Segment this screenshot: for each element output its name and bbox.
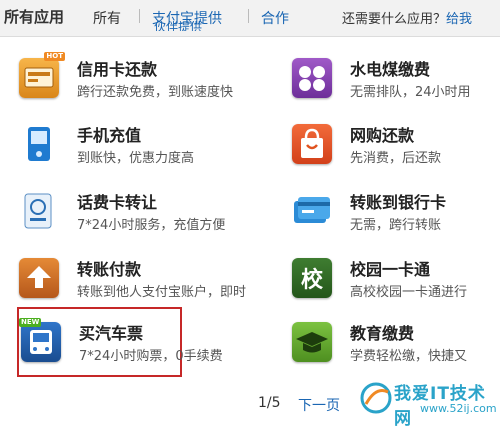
page-title: 所有应用	[4, 8, 65, 26]
app-name: 买汽车票	[79, 324, 144, 343]
request-app-prompt: 还需要什么应用？给我	[342, 8, 472, 27]
app-card-campus-card[interactable]: 校 校园一卡通 高校校园一卡通进行	[292, 258, 500, 316]
app-desc: 学费轻松缴，快捷又	[350, 349, 468, 364]
app-card-mobile-topup[interactable]: 手机充值 到账快，优惠力度高	[19, 124, 279, 182]
app-name: 手机充值	[77, 126, 142, 145]
app-desc: 高校校园一卡通进行	[350, 285, 468, 300]
shopping-bag-icon	[292, 124, 332, 164]
campus-card-icon-glyph: 校	[300, 268, 323, 293]
app-name: 校园一卡通	[350, 260, 431, 279]
tab-divider	[248, 9, 249, 23]
graduation-cap-icon	[292, 322, 332, 362]
app-card-online-shopping[interactable]: 网购还款 先消费，后还款	[292, 124, 500, 182]
page-indicator: 1/5	[258, 395, 281, 411]
tab-all[interactable]: 所有	[93, 8, 121, 28]
request-app-link[interactable]: 给我	[446, 12, 472, 27]
next-page-link[interactable]: 下一页	[298, 395, 340, 415]
top-bar: 所有应用 所有 支付宝提供 合作 伙伴提供 还需要什么应用？给我	[0, 0, 500, 37]
site-watermark: 我爱IT技术网 www.52ij.com	[356, 376, 500, 429]
app-desc: 到账快，优惠力度高	[77, 151, 195, 166]
app-name: 转账付款	[77, 260, 142, 279]
new-badge: NEW	[19, 318, 42, 327]
bus-ticket-icon: NEW	[19, 318, 61, 362]
app-card-education-fee[interactable]: 教育缴费 学费轻松缴，快捷又	[292, 322, 500, 380]
transfer-icon	[19, 258, 59, 298]
tab-partners-subtext: 伙伴提供	[154, 21, 203, 31]
request-app-text: 还需要什么应用？	[342, 12, 447, 27]
app-desc: 转账到他人支付宝账户，即时	[77, 285, 247, 300]
app-desc: 7*24小时购票，0手续费	[79, 349, 223, 364]
app-desc: 无需排队，24小时用	[350, 85, 471, 100]
campus-card-icon: 校	[292, 258, 332, 298]
tab-divider	[139, 9, 140, 23]
app-name: 水电煤缴费	[350, 60, 431, 79]
credit-card-icon: HOT	[19, 52, 65, 98]
app-card-bus-ticket[interactable]: NEW 买汽车票 7*24小时购票，0手续费	[19, 318, 223, 380]
app-desc: 先消费，后还款	[350, 151, 442, 166]
app-desc: 跨行还款免费，到账速度快	[77, 85, 234, 100]
app-card-utilities[interactable]: 水电煤缴费 无需排队，24小时用	[292, 58, 500, 116]
hot-badge: HOT	[44, 52, 65, 61]
tab-partners[interactable]: 合作	[261, 8, 289, 28]
app-name: 转账到银行卡	[350, 193, 447, 212]
bank-card-icon	[292, 191, 332, 231]
app-name: 话费卡转让	[77, 193, 158, 212]
app-card-phone-card-transfer[interactable]: 话费卡转让 7*24小时服务，充值方便	[19, 191, 279, 249]
watermark-logo-icon	[360, 382, 392, 414]
app-desc: 7*24小时服务，充值方便	[77, 218, 226, 233]
mobile-phone-icon	[19, 124, 59, 164]
utility-payment-icon	[292, 58, 332, 98]
app-name: 教育缴费	[350, 324, 415, 343]
app-desc: 无需，跨行转账	[350, 218, 442, 233]
watermark-url: www.52ij.com	[420, 402, 497, 415]
phone-card-icon	[19, 191, 59, 231]
app-card-credit-card[interactable]: HOT 信用卡还款 跨行还款免费，到账速度快	[19, 52, 279, 116]
app-name: 网购还款	[350, 126, 415, 145]
app-card-bank-transfer[interactable]: 转账到银行卡 无需，跨行转账	[292, 191, 500, 249]
app-name: 信用卡还款	[77, 60, 158, 79]
